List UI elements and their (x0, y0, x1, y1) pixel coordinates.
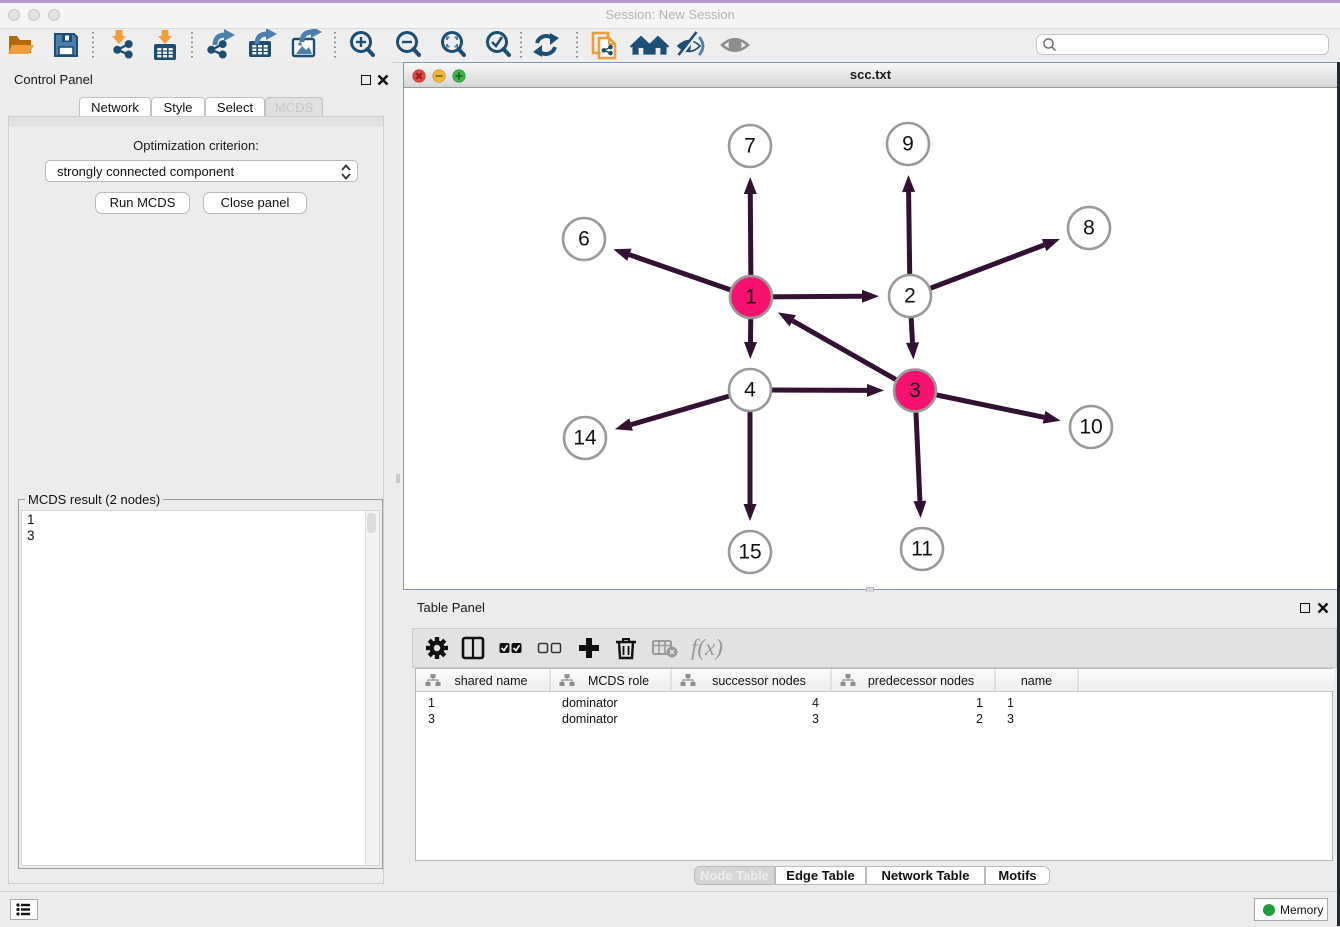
svg-text:predecessor nodes: predecessor nodes (868, 674, 974, 688)
svg-text:9: 9 (902, 133, 914, 156)
svg-text:11: 11 (911, 538, 933, 561)
svg-text:4: 4 (744, 379, 756, 402)
svg-text:f(x): f(x) (691, 635, 723, 660)
svg-text:successor nodes: successor nodes (712, 674, 806, 688)
svg-text:name: name (1021, 674, 1052, 688)
svg-text:MCDS role: MCDS role (588, 674, 649, 688)
svg-text:shared name: shared name (455, 674, 528, 688)
svg-text:15: 15 (738, 541, 761, 564)
svg-text:3: 3 (909, 379, 921, 402)
svg-text:8: 8 (1083, 217, 1095, 240)
svg-text:10: 10 (1079, 416, 1102, 439)
svg-text:7: 7 (744, 135, 756, 158)
svg-text:6: 6 (578, 228, 590, 251)
svg-text:2: 2 (904, 285, 916, 308)
svg-text:1: 1 (745, 286, 757, 309)
svg-text:14: 14 (573, 427, 597, 450)
